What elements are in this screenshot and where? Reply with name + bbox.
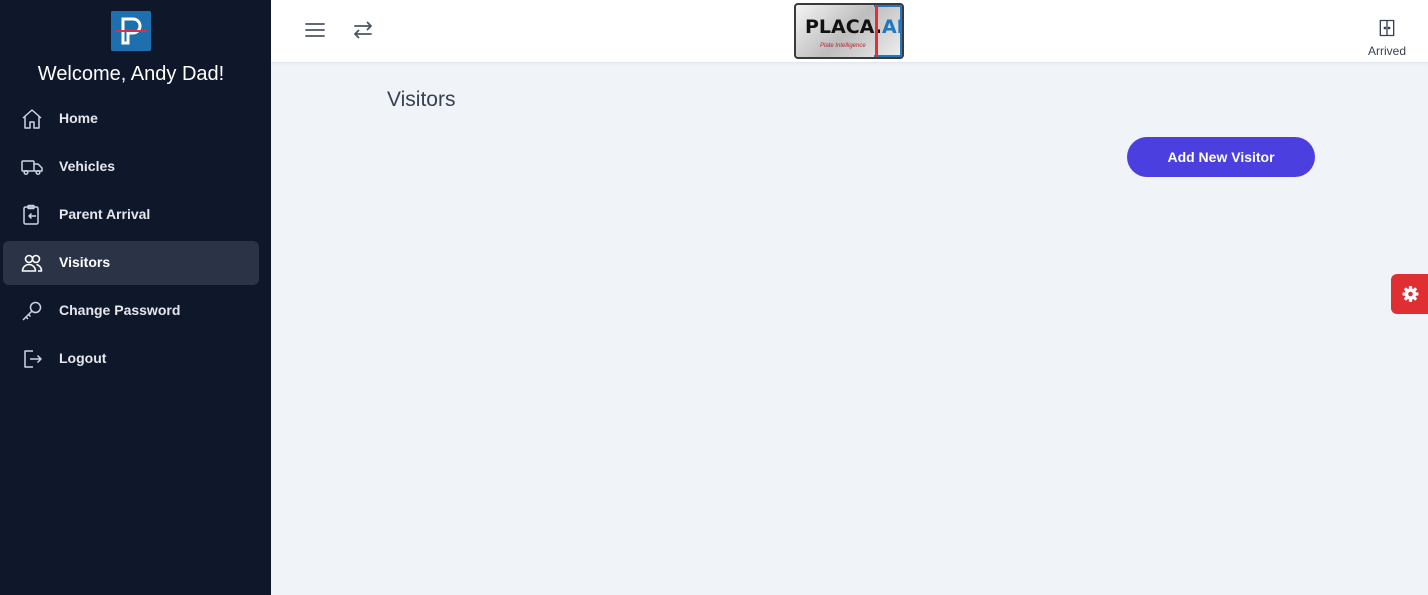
sidebar-item-label: Vehicles <box>59 158 116 174</box>
users-icon <box>21 254 43 272</box>
welcome-text: Welcome, Andy Dad! <box>37 63 225 85</box>
top-bar: PLACA.AI Plate Intelligence Arrived <box>271 0 1428 63</box>
sidebar-nav: Home Vehicles Parent Arrival Visitors Ch… <box>3 97 259 385</box>
sidebar-item-logout[interactable]: Logout <box>3 337 259 381</box>
sidebar-item-label: Parent Arrival <box>59 206 151 222</box>
arrived-label: Arrived <box>1367 44 1406 58</box>
logo-red-line <box>875 5 878 57</box>
page-title: Visitors <box>387 88 456 111</box>
add-new-visitor-button[interactable]: Add New Visitor <box>1127 137 1315 177</box>
gear-icon <box>1402 286 1419 302</box>
sidebar-item-change-password[interactable]: Change Password <box>3 289 259 333</box>
home-icon <box>22 109 42 129</box>
hamburger-icon <box>305 23 325 37</box>
sidebar-item-parent-arrival[interactable]: Parent Arrival <box>3 193 259 237</box>
sidebar-item-vehicles[interactable]: Vehicles <box>3 145 259 189</box>
arrived-button[interactable]: Arrived <box>1359 18 1415 58</box>
key-icon <box>22 301 42 321</box>
logout-icon <box>24 350 42 368</box>
menu-toggle-button[interactable] <box>303 18 327 42</box>
placa-ai-logo[interactable]: PLACA.AI Plate Intelligence <box>794 3 904 59</box>
door-icon <box>1379 19 1395 37</box>
sidebar-item-visitors[interactable]: Visitors <box>3 241 259 285</box>
swap-arrows-icon <box>354 21 372 39</box>
sidebar-item-label: Logout <box>59 350 107 366</box>
settings-button[interactable] <box>1391 274 1428 314</box>
clipboard-arrow-icon <box>23 204 39 225</box>
truck-icon <box>21 160 43 176</box>
sidebar-item-home[interactable]: Home <box>3 97 259 141</box>
logo-tagline: Plate Intelligence <box>820 43 866 49</box>
brand-logo-icon[interactable] <box>111 11 151 51</box>
sidebar-item-label: Change Password <box>59 302 181 318</box>
sidebar-item-label: Visitors <box>59 254 111 270</box>
logo-wordmark: PLACA.AI <box>805 16 904 38</box>
sidebar-item-label: Home <box>59 110 98 126</box>
sidebar: Welcome, Andy Dad! Home Vehicles Parent … <box>0 0 271 595</box>
switch-button[interactable] <box>351 18 375 42</box>
